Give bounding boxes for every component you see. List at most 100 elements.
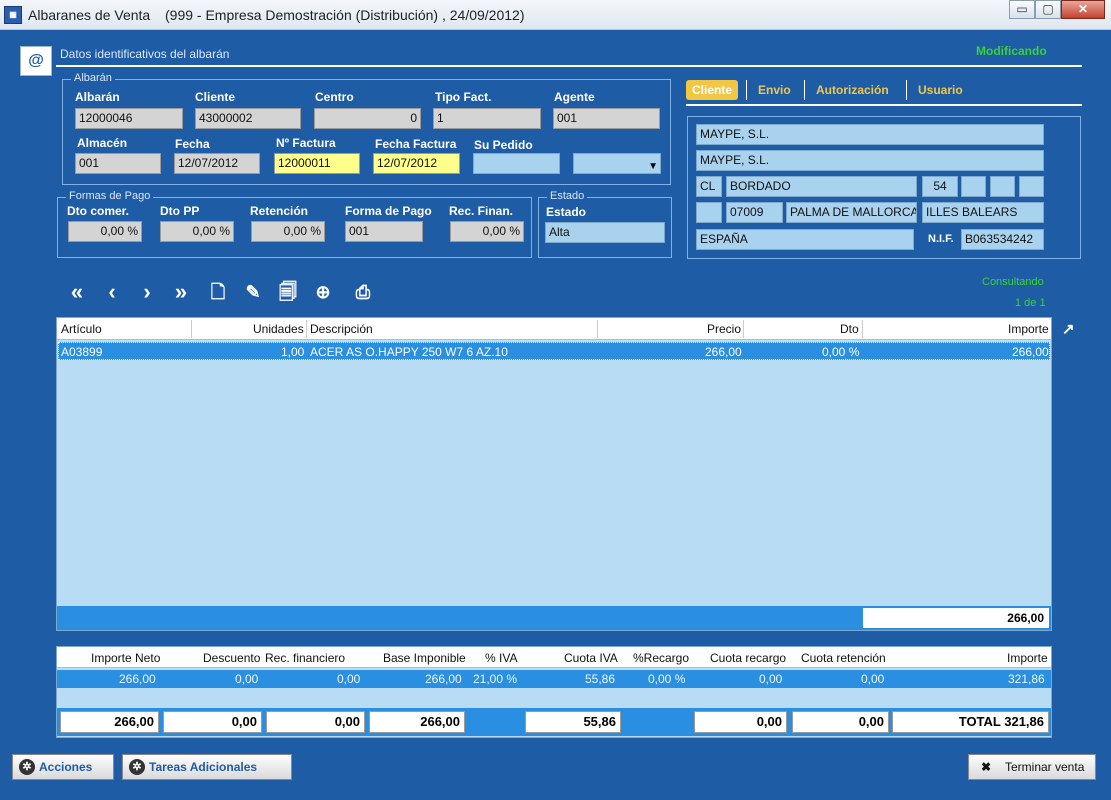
col-articulo[interactable]: Artículo [61,322,102,336]
agente-label: Agente [554,90,595,104]
total-cuota-iva: 55,86 [525,711,621,733]
totals-table: Importe Neto Descuento Rec. financiero B… [56,646,1052,738]
rec-finan-label: Rec. Finan. [449,204,514,218]
total-descuento: 0,00 [163,711,262,733]
window-titlebar: ▦ Albaranes de Venta (999 - Empresa Demo… [0,0,1111,30]
dto-comer-field[interactable]: 0,00 % [68,221,142,242]
cliente-poblacion-field[interactable]: PALMA DE MALLORCA [786,202,917,223]
tc-base-imponible: 266,00 [425,672,462,686]
cliente-tipo-field[interactable] [696,202,722,223]
estado-legend: Estado [547,190,588,202]
tc-recargo: 0,00 % [648,672,686,686]
table-row[interactable]: A03899 1,00 ACER AS O.HAPPY 250 W7 6 AZ.… [58,342,1050,360]
th-base-imponible: Base Imponible [383,651,466,665]
col-dto[interactable]: Dto [840,322,859,336]
lines-grid[interactable]: Artículo Unidades Descripción Precio Dto… [56,317,1052,631]
albaran-legend: Albarán [71,72,115,84]
th-cuota-retencion: Cuota retención [801,651,886,665]
edit-icon[interactable]: ✎ [240,278,266,306]
next-icon[interactable]: › [134,278,160,306]
external-link-icon[interactable]: ↗ [1062,320,1075,338]
tc-cuota-retencion: 0,00 [861,672,885,686]
tc-descuento: 0,00 [235,672,259,686]
minimize-button[interactable]: ▭ [1009,0,1035,19]
almacen-label: Almacén [77,136,128,150]
estado-label: Estado [546,205,587,219]
tab-cliente[interactable]: Cliente [686,80,739,100]
forma-pago-field[interactable]: 001 [345,221,423,242]
total-cuota-retencion: 0,00 [792,711,889,733]
albaran-field[interactable]: 12000046 [75,108,183,129]
fecha-label: Fecha [175,137,210,151]
terminar-label: Terminar venta [1005,760,1085,774]
tab-usuario[interactable]: Usuario [918,80,963,100]
tab-separator [804,80,805,100]
albaran-label: Albarán [75,90,120,104]
cliente-provincia-field[interactable]: ILLES BALEARS [922,202,1044,223]
cliente-escalera-field[interactable] [1019,176,1044,197]
new-doc-icon[interactable]: 🗋 [205,278,231,306]
fecha-field[interactable]: 12/07/2012 [174,153,260,174]
maximize-button[interactable]: ▢ [1035,0,1061,19]
add-doc-icon[interactable]: ⊕ [310,278,336,306]
retencion-field[interactable]: 0,00 % [251,221,325,242]
cell-unidades: 1,00 [281,345,305,359]
dto-pp-field[interactable]: 0,00 % [160,221,234,242]
cliente-nombre-comercial-field[interactable]: MAYPE, S.L. [696,150,1044,171]
last-icon[interactable]: » [168,278,194,306]
agente-field[interactable]: 001 [553,108,660,129]
th-importe: Importe [1007,651,1048,665]
tab-separator [906,80,907,100]
cliente-puerta-field[interactable] [990,176,1015,197]
cliente-numero-field[interactable]: 54 [922,176,958,197]
centro-field[interactable]: 0 [314,108,421,129]
totals-row: 266,00 0,00 0,00 266,00 21,00 % 55,86 0,… [57,670,1051,688]
col-importe[interactable]: Importe [1008,322,1049,336]
cliente-via-field[interactable]: CL [696,176,722,197]
nfactura-field[interactable]: 12000011 [274,153,360,174]
th-cuota-recargo: Cuota recargo [710,651,787,665]
grid-header: Artículo Unidades Descripción Precio Dto… [57,318,1051,340]
tipo-fact-field[interactable]: 1 [433,108,541,129]
terminar-venta-button[interactable]: ✖ Terminar venta [968,754,1096,780]
su-pedido-field[interactable] [473,153,560,174]
gear-icon: ✲ [19,759,35,775]
cliente-cp-field[interactable]: 07009 [726,202,783,223]
gear-icon: ✲ [129,759,145,775]
tc-rec-financiero: 0,00 [337,672,361,686]
cliente-nombre-field[interactable]: MAYPE, S.L. [696,124,1044,145]
fecha-factura-field[interactable]: 12/07/2012 [373,153,460,174]
prev-icon[interactable]: ‹ [99,278,125,306]
th-recargo: %Recargo [633,651,690,665]
acciones-button[interactable]: ✲ Acciones [12,754,114,780]
total-cuota-recargo: 0,00 [694,711,787,733]
tareas-adicionales-button[interactable]: ✲ Tareas Adicionales [122,754,292,780]
col-descripcion[interactable]: Descripción [310,322,373,336]
cliente-piso-field[interactable] [961,176,986,197]
cell-descripcion: ACER AS O.HAPPY 250 W7 6 AZ.10 [310,345,508,359]
su-pedido-dropdown[interactable]: ▼ [573,153,661,174]
first-icon[interactable]: « [64,278,90,306]
cliente-pais-field[interactable]: ESPAÑA [696,229,914,250]
nif-field[interactable]: B063534242 [961,229,1044,250]
rec-finan-field[interactable]: 0,00 % [450,221,524,242]
cliente-field[interactable]: 43000002 [195,108,301,129]
copy-doc-icon[interactable]: 🗐 [275,278,301,306]
col-precio[interactable]: Precio [707,322,741,336]
tab-envio[interactable]: Envio [758,80,791,100]
almacen-field[interactable]: 001 [75,153,161,174]
close-button[interactable]: ✕ [1061,0,1105,19]
grid-footer: 266,00 [57,606,1051,630]
tc-iva: 21,00 % [473,672,518,686]
tab-autorizacion[interactable]: Autorización [816,80,889,100]
totals-footer: 266,00 0,00 0,00 266,00 55,86 0,00 0,00 … [57,708,1051,736]
cliente-label: Cliente [195,90,236,104]
forma-pago-label: Forma de Pago [345,204,432,218]
su-pedido-label: Su Pedido [474,138,533,152]
estado-field[interactable]: Alta [545,222,665,243]
dto-comer-label: Dto comer. [67,204,130,218]
print-icon[interactable]: ⎙ [350,278,376,306]
col-unidades[interactable]: Unidades [253,322,304,336]
pager-text: 1 de 1 [1015,297,1046,309]
cliente-calle-field[interactable]: BORDADO [726,176,917,197]
